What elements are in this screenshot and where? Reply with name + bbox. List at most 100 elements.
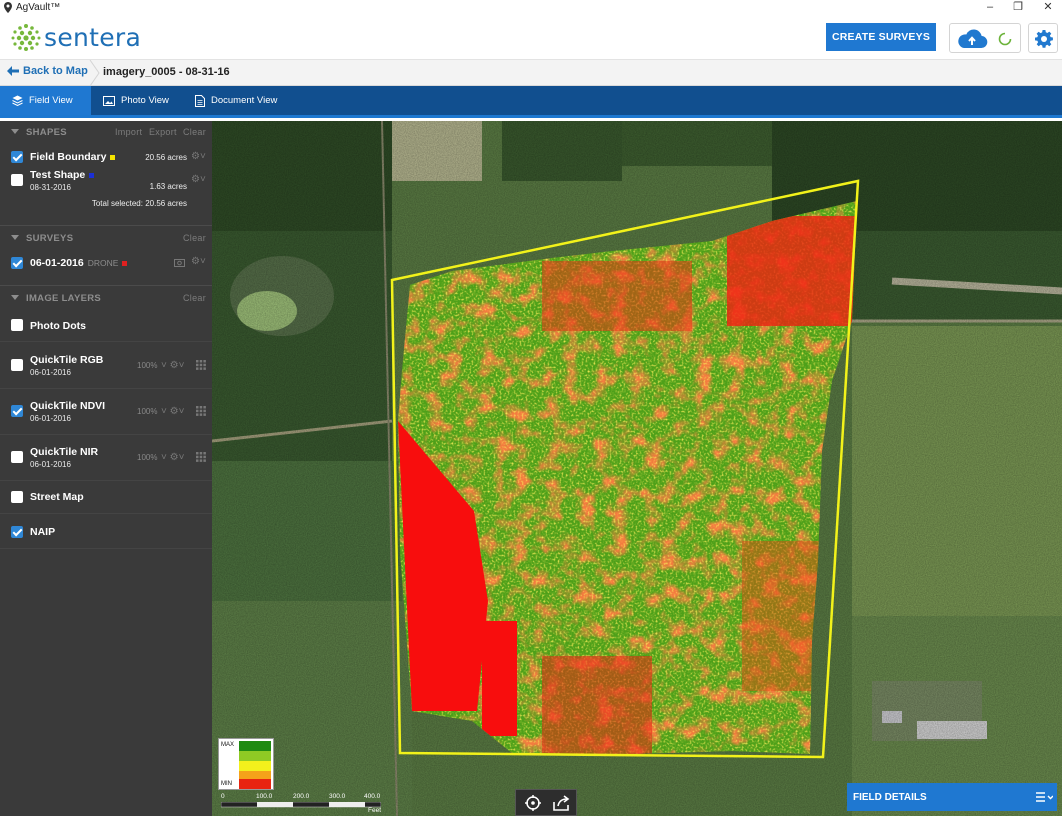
legend-swatch: [239, 779, 271, 789]
tab-photo-view[interactable]: Photo View: [91, 86, 183, 115]
close-window-button[interactable]: ✕: [1034, 0, 1062, 16]
photo-dots-checkbox[interactable]: [11, 319, 23, 331]
section-divider: [0, 225, 212, 226]
back-to-map-link[interactable]: Back to Map: [7, 65, 88, 77]
row-divider: [0, 388, 212, 389]
page-title: imagery_0005 - 08-31-16: [103, 66, 230, 78]
scale-tick-label: 300.0: [329, 793, 346, 800]
quicktile-nir-opacity[interactable]: 100%: [137, 453, 157, 462]
breadcrumb: Back to Map imagery_0005 - 08-31-16: [0, 60, 1062, 86]
field-boundary-title: Field Boundary: [30, 151, 116, 163]
view-tabs: Field View Photo View Document View: [0, 86, 1062, 118]
quicktile-rgb-checkbox[interactable]: [11, 359, 23, 371]
ndvi-overlay: [398, 201, 857, 754]
layers-sidebar: SHAPES Import Export Clear Field Boundar…: [0, 121, 212, 816]
surveys-heading: SURVEYS: [26, 233, 74, 244]
document-icon: [195, 94, 205, 107]
caret-down-icon: [11, 235, 19, 240]
sentera-logo: sentera: [10, 22, 141, 52]
photo-icon: [103, 95, 115, 106]
caret-down-icon: [11, 129, 19, 134]
gear-icon: [1035, 30, 1053, 48]
tab-field-view-label: Field View: [29, 95, 73, 106]
scale-bar-graphic: [221, 802, 381, 808]
tab-document-view[interactable]: Document View: [183, 86, 293, 115]
test-shape-acres: 1.63 acres: [149, 182, 187, 191]
scale-tick-label: 400.0: [364, 793, 381, 800]
field-boundary-options-icon[interactable]: ⚙˅: [191, 151, 206, 162]
recenter-icon[interactable]: [522, 793, 544, 813]
grid-handle-icon[interactable]: [196, 360, 206, 370]
minimize-button[interactable]: –: [976, 0, 1004, 16]
row-divider: [0, 513, 212, 514]
map-toolbar: [515, 789, 577, 816]
field-details-label: FIELD DETAILS: [853, 792, 927, 803]
back-to-map-label: Back to Map: [23, 65, 88, 77]
survey-date: 06-01-2016: [30, 257, 84, 269]
field-boundary-acres: 20.56 acres: [145, 153, 187, 162]
quicktile-nir-checkbox[interactable]: [11, 451, 23, 463]
clear-shapes-button[interactable]: Clear: [183, 127, 206, 137]
shapes-section-header[interactable]: SHAPES Import Export Clear: [0, 123, 212, 143]
legend-swatch: [239, 741, 271, 751]
shape-color-swatch: [110, 154, 116, 160]
quicktile-nir-date: 06-01-2016: [30, 460, 71, 469]
quicktile-ndvi-checkbox[interactable]: [11, 405, 23, 417]
row-divider: [0, 341, 212, 342]
image-layers-section-header[interactable]: IMAGE LAYERS Clear: [0, 289, 212, 309]
export-shapes-button[interactable]: Export: [149, 127, 177, 137]
shapes-heading: SHAPES: [26, 127, 67, 138]
field-boundary-checkbox[interactable]: [11, 151, 23, 163]
survey-title: 06-01-2016 DRONE: [30, 257, 128, 269]
surveys-section-header[interactable]: SURVEYS Clear: [0, 229, 212, 249]
quicktile-ndvi-date: 06-01-2016: [30, 414, 71, 423]
scale-tick-label: 0: [221, 793, 225, 800]
maximize-button[interactable]: ❐: [1004, 0, 1032, 16]
quicktile-rgb-opacity[interactable]: 100%: [137, 361, 157, 370]
map-view[interactable]: MAX MIN 0 100.0 200.0 300.0 400.0 Feet F…: [212, 121, 1062, 816]
test-shape-date: 08-31-2016: [30, 183, 71, 192]
clear-surveys-button[interactable]: Clear: [183, 233, 206, 243]
tab-field-view[interactable]: Field View: [0, 86, 91, 115]
map-canvas[interactable]: [212, 121, 1062, 816]
test-shape-name: Test Shape: [30, 169, 86, 181]
survey-color-swatch: [122, 260, 128, 266]
survey-options-icon[interactable]: ⚙˅: [191, 256, 206, 267]
quicktile-rgb-options-icon[interactable]: ˅ ⚙˅: [161, 360, 184, 371]
survey-checkbox[interactable]: [11, 257, 23, 269]
loading-spinner-icon: [998, 32, 1012, 46]
section-divider: [0, 285, 212, 286]
scale-tick-label: 200.0: [293, 793, 310, 800]
quicktile-nir-options-icon[interactable]: ˅ ⚙˅: [161, 452, 184, 463]
total-selected-acres: Total selected: 20.56 acres: [91, 199, 187, 208]
ndvi-legend: MAX MIN: [218, 738, 274, 790]
app-header: sentera CREATE SURVEYS: [0, 16, 1062, 60]
legend-min-label: MIN: [221, 781, 232, 787]
layers-icon: [12, 95, 23, 106]
quicktile-ndvi-options-icon[interactable]: ˅ ⚙˅: [161, 406, 184, 417]
legend-swatch: [239, 771, 271, 779]
row-divider: [0, 480, 212, 481]
naip-checkbox[interactable]: [11, 526, 23, 538]
caret-down-icon: [11, 295, 19, 300]
create-surveys-button[interactable]: CREATE SURVEYS: [826, 23, 936, 51]
quicktile-rgb-label: QuickTile RGB: [30, 354, 104, 366]
field-details-panel-toggle[interactable]: FIELD DETAILS: [847, 783, 1057, 811]
test-shape-options-icon[interactable]: ⚙˅: [191, 174, 206, 185]
clear-image-layers-button[interactable]: Clear: [183, 293, 206, 303]
sync-status[interactable]: [949, 23, 1021, 53]
import-shapes-button[interactable]: Import: [115, 127, 142, 137]
row-divider: [0, 548, 212, 549]
legend-swatch: [239, 751, 271, 761]
street-map-checkbox[interactable]: [11, 491, 23, 503]
share-icon[interactable]: [550, 793, 572, 813]
grid-handle-icon[interactable]: [196, 406, 206, 416]
test-shape-checkbox[interactable]: [11, 174, 23, 186]
settings-button[interactable]: [1028, 23, 1058, 53]
quicktile-ndvi-opacity[interactable]: 100%: [137, 407, 157, 416]
image-layers-heading: IMAGE LAYERS: [26, 293, 102, 304]
camera-icon[interactable]: [174, 258, 185, 267]
cloud-upload-icon: [958, 29, 988, 49]
grid-handle-icon[interactable]: [196, 452, 206, 462]
quicktile-ndvi-label: QuickTile NDVI: [30, 400, 106, 412]
